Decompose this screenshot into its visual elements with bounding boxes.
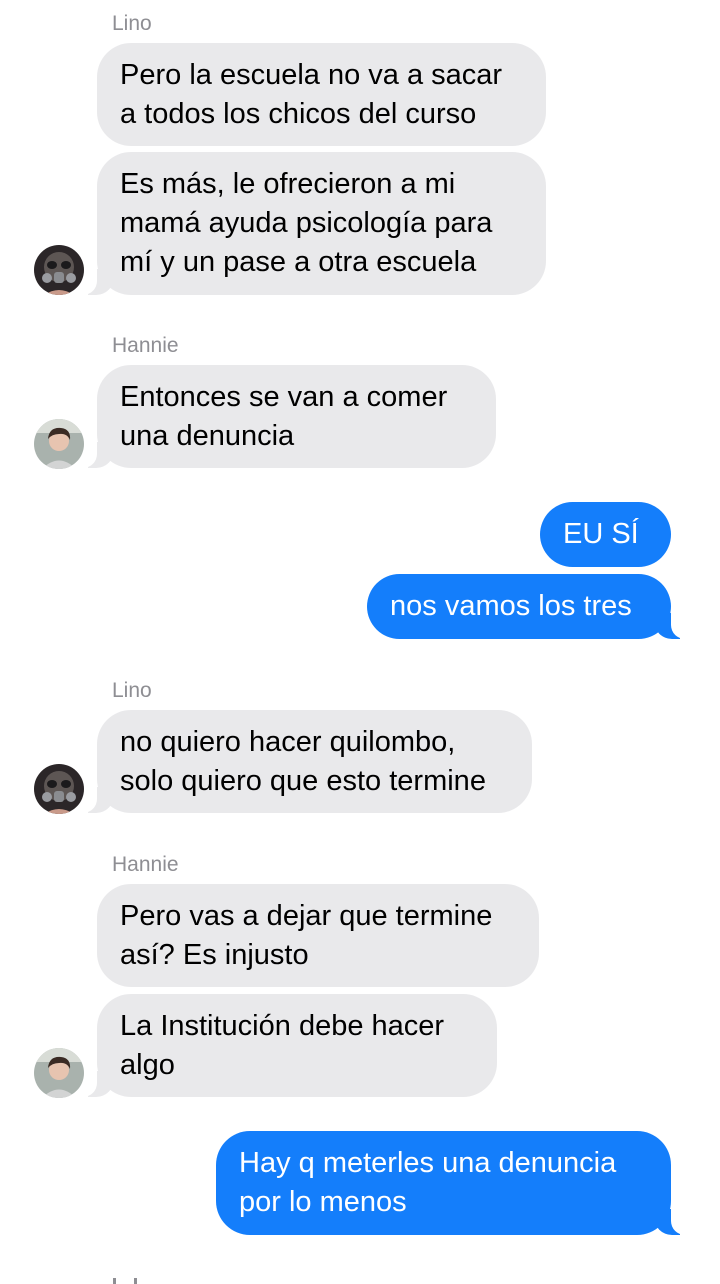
message-text-line: una denuncia <box>120 419 295 452</box>
message-text-line: Pero la escuela no va a sacar <box>120 58 503 91</box>
person-portrait-avatar-icon[interactable] <box>34 1048 84 1098</box>
sender-name-lino: Lino <box>112 679 152 702</box>
message-bubble[interactable]: Hay q meterles una denuncia por lo menos <box>216 1131 693 1235</box>
message-text-line: mamá ayuda psicología para <box>120 207 493 239</box>
message-text-line: algo <box>120 1048 175 1081</box>
message-bubble[interactable]: La Institución debe hacer algo <box>75 994 497 1097</box>
message-text-line: Hay q meterles una denuncia <box>239 1147 617 1179</box>
message-bubble[interactable]: no quiero hacer quilombo, solo quiero qu… <box>75 710 532 813</box>
message-text-line: solo quiero que esto termine <box>120 764 486 797</box>
message-text-line: La Institución debe hacer <box>120 1009 445 1042</box>
message-text-line: Pero vas a dejar que termine <box>120 899 493 932</box>
sender-name-hannie: Hannie <box>112 334 179 357</box>
message-bubble[interactable]: nos vamos los tres <box>367 574 693 639</box>
message-text-line: por lo menos <box>239 1186 407 1218</box>
message-text-line: Entonces se van a comer <box>120 380 448 413</box>
message-text-line: así? Es injusto <box>120 938 309 971</box>
message-text-line: nos vamos los tres <box>390 590 632 622</box>
gas-mask-avatar-icon[interactable] <box>34 764 84 814</box>
message-bubble[interactable]: Pero la escuela no va a sacar a todos lo… <box>97 43 546 146</box>
message-text-line: Es más, le ofrecieron a mi <box>120 168 456 200</box>
message-thread: Lino Pero la escuela no va a sacar a tod… <box>0 0 720 1284</box>
sender-name-lino: Lino <box>112 12 152 35</box>
sender-name-hannie: Hannie <box>112 853 179 876</box>
message-text-line: EU SÍ <box>563 518 639 550</box>
message-bubble[interactable]: EU SÍ <box>540 502 671 567</box>
message-bubble[interactable]: Entonces se van a comer una denuncia <box>75 365 496 468</box>
gas-mask-avatar-icon[interactable] <box>34 245 84 295</box>
message-text-line: mí y un pase a otra escuela <box>120 246 477 278</box>
message-text-line: a todos los chicos del curso <box>120 97 477 130</box>
sender-name-partial <box>112 1268 142 1284</box>
message-text-line: no quiero hacer quilombo, <box>120 725 456 758</box>
message-bubble[interactable]: Es más, le ofrecieron a mi mamá ayuda ps… <box>75 152 546 295</box>
message-bubble[interactable]: Pero vas a dejar que termine así? Es inj… <box>97 884 539 987</box>
person-portrait-avatar-icon[interactable] <box>34 419 84 469</box>
